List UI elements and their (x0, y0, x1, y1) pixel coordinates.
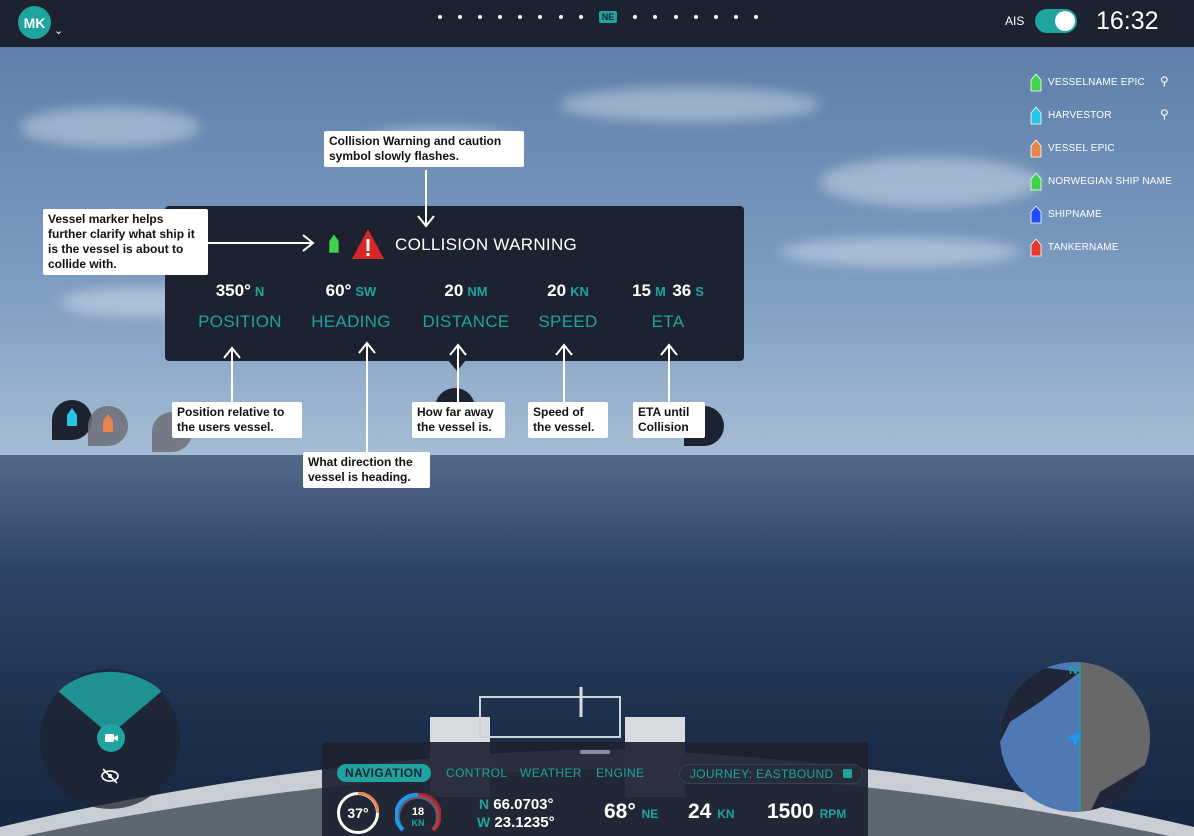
callout-vessel-marker: Vessel marker helps further clarify what… (43, 209, 208, 275)
speed-dial-value: 18 (411, 806, 425, 818)
navigation-panel: NAVIGATION CONTROL WEATHER ENGINE JOURNE… (322, 742, 868, 836)
journey-label: JOURNEY: EASTBOUND (690, 767, 834, 781)
hide-eye-icon[interactable] (100, 768, 120, 789)
nav-heading: 68° NE (604, 800, 659, 823)
callout-distance: How far away the vessel is. (412, 402, 505, 438)
own-ship-arrow-icon (1066, 731, 1082, 747)
nav-speed: 24 KN (688, 800, 735, 823)
minimap-north-label: N (1069, 663, 1078, 677)
video-camera-button[interactable] (97, 724, 125, 752)
tab-control[interactable]: CONTROL (446, 766, 507, 780)
rudder-value: 37° (347, 805, 369, 821)
callout-heading: What direction the vessel is heading. (303, 452, 430, 488)
tab-navigation[interactable]: NAVIGATION (337, 764, 431, 782)
tab-weather[interactable]: WEATHER (520, 766, 582, 780)
drag-handle[interactable] (580, 750, 610, 754)
tab-engine[interactable]: ENGINE (596, 766, 644, 780)
nav-rpm: 1500 RPM (767, 800, 847, 823)
speed-dial-unit: KN (411, 818, 425, 828)
longitude: W 23.1235° (477, 814, 555, 831)
callout-position: Position relative to the users vessel. (172, 402, 302, 438)
callout-eta: ETA until Collision (633, 402, 705, 438)
video-camera-icon (105, 734, 118, 742)
rudder-dial: 37° (337, 792, 379, 834)
speed-dial: 18 KN (394, 792, 442, 836)
callout-flash: Collision Warning and caution symbol slo… (324, 131, 524, 167)
callout-speed: Speed of the vessel. (528, 402, 608, 438)
edit-icon[interactable] (843, 769, 853, 778)
journey-selector[interactable]: JOURNEY: EASTBOUND (679, 764, 864, 784)
latitude: N 66.0703° (479, 796, 554, 813)
